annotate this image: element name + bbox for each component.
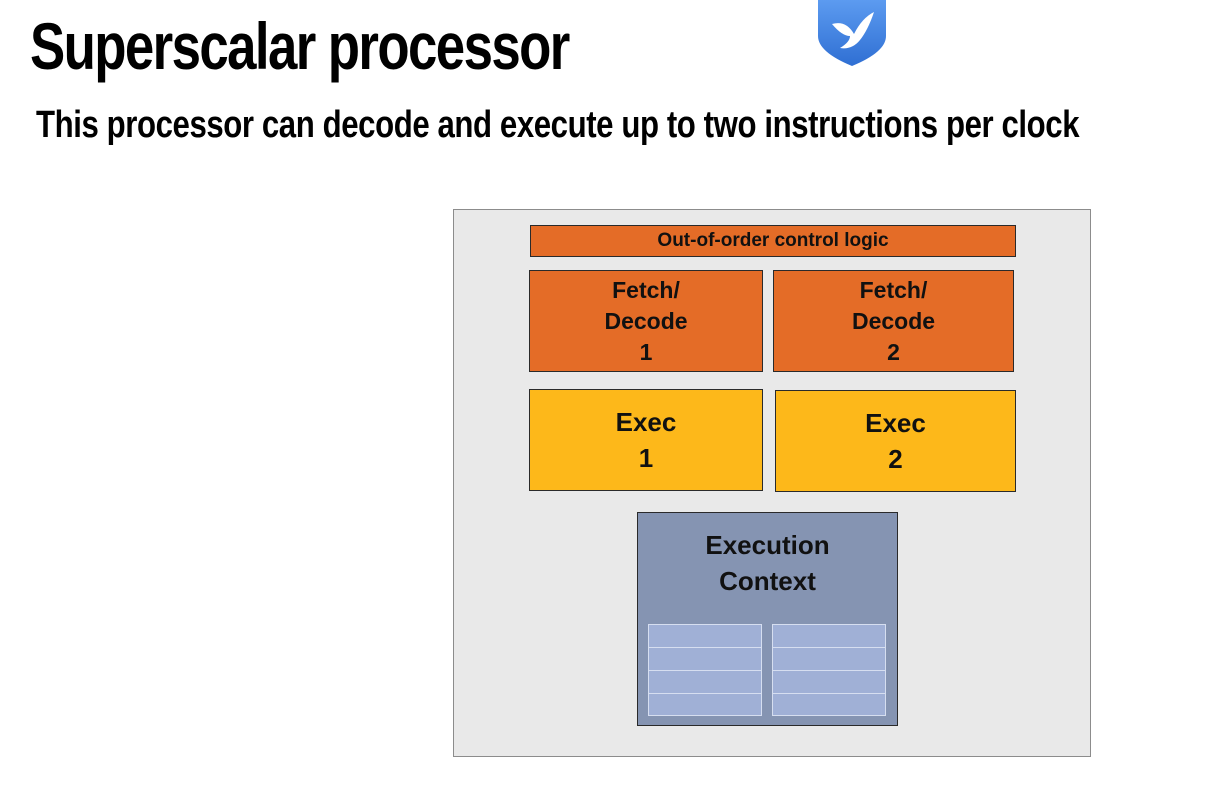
fetch-decode-2-number: 2: [887, 338, 900, 365]
fetch-decode-2-line2: Decode: [851, 307, 936, 334]
fetch-decode-1-line1: Fetch/: [612, 276, 680, 303]
exec-unit-1: Exec 1: [529, 389, 763, 491]
exec-1-label: Exec: [615, 407, 677, 437]
exec-1-number: 1: [638, 443, 654, 473]
execution-context-line2: Context: [719, 566, 816, 596]
fetch-decode-1-number: 1: [639, 338, 653, 365]
register-divider: [649, 693, 761, 694]
exec-2-number: 2: [888, 444, 903, 474]
control-logic-label: Out-of-order control logic: [657, 230, 889, 251]
exec-2-label: Exec: [865, 408, 926, 438]
register-divider: [773, 647, 885, 648]
slide-subtitle: This processor can decode and execute up…: [36, 104, 1080, 146]
execution-context: Execution Context: [637, 512, 898, 726]
exec-unit-2: Exec 2: [775, 390, 1016, 492]
execution-context-label: Execution Context: [638, 527, 897, 599]
fetch-decode-2-line1: Fetch/: [859, 276, 928, 303]
register-divider: [773, 693, 885, 694]
fetch-decode-unit-1: Fetch/ Decode 1: [529, 270, 763, 372]
fetch-decode-1-line2: Decode: [604, 307, 688, 334]
register-file-left: [648, 624, 762, 716]
register-file-right: [772, 624, 886, 716]
execution-context-line1: Execution: [705, 530, 830, 560]
bird-shield-icon: [818, 0, 886, 66]
register-divider: [649, 670, 761, 671]
register-divider: [773, 670, 885, 671]
register-divider: [649, 647, 761, 648]
out-of-order-control-logic: Out-of-order control logic: [530, 225, 1016, 257]
fetch-decode-unit-2: Fetch/ Decode 2: [773, 270, 1014, 372]
slide-title: Superscalar processor: [30, 9, 570, 83]
